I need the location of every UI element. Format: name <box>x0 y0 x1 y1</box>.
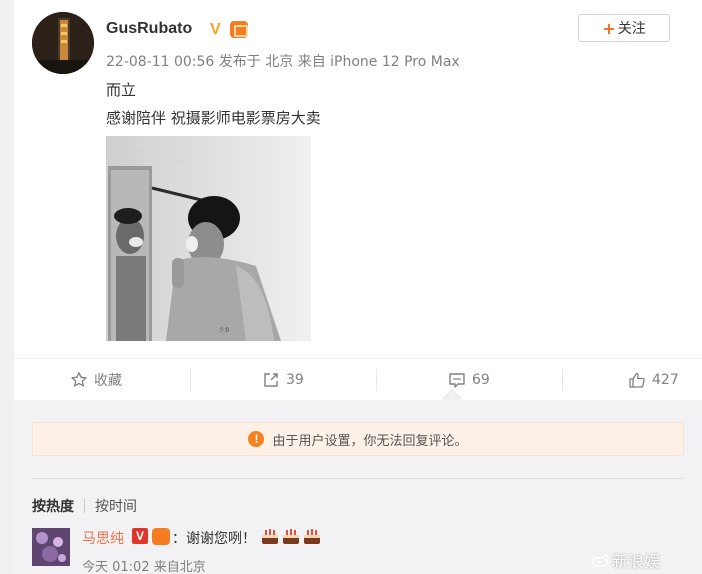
comment-count: 69 <box>472 372 490 388</box>
follow-label: 关注 <box>617 21 646 37</box>
repost-count: 39 <box>286 372 304 388</box>
comment-text: ：谢谢您咧！ <box>172 531 256 547</box>
cake-icon <box>304 529 320 544</box>
reply-disabled-notice: ! 由于用户设置，你无法回复评论。 <box>32 422 684 456</box>
follow-button[interactable]: + 关注 <box>578 14 670 42</box>
username[interactable]: GusRubato <box>106 20 192 38</box>
post-photo[interactable]: ℐ·ℬ <box>106 136 311 341</box>
repost-button[interactable]: 39 <box>262 359 304 401</box>
cake-icon <box>283 529 299 544</box>
favorite-button[interactable]: 收藏 <box>70 359 122 401</box>
vip-badge-icon: V <box>132 528 148 544</box>
post-text-line2: 感谢陪伴 祝摄影师电影票房大卖 <box>106 109 321 127</box>
tab-sort-hot[interactable]: 按热度 <box>32 496 74 516</box>
commenter-avatar[interactable] <box>32 528 70 566</box>
action-divider <box>562 369 563 391</box>
warning-icon: ! <box>248 431 265 447</box>
watermark-text: 新浪娱 <box>612 552 661 571</box>
like-icon <box>629 372 645 388</box>
comment-icon <box>449 373 465 388</box>
comment-time: 今天 01:02 来自北京 <box>82 560 206 574</box>
repost-icon <box>264 373 278 387</box>
verified-badge-icon: V <box>210 21 221 38</box>
action-divider <box>190 369 191 391</box>
comment-sort-tabs: 按热度 按时间 <box>32 496 137 516</box>
weibo-logo-icon <box>592 554 609 567</box>
commenter-name[interactable]: 马思纯 <box>82 528 124 548</box>
user-avatar[interactable] <box>32 12 94 74</box>
star-icon <box>71 372 87 387</box>
medal-icon <box>230 21 248 38</box>
notice-text: 由于用户设置，你无法回复评论。 <box>272 433 468 449</box>
action-bar: 收藏 39 69 427 <box>14 358 702 400</box>
watermark: 新浪娱 <box>592 548 660 572</box>
tab-sort-time[interactable]: 按时间 <box>95 496 137 516</box>
post-text-line1: 而立 <box>106 81 137 99</box>
medal-icon <box>152 528 170 545</box>
favorite-label: 收藏 <box>94 373 122 389</box>
plus-icon: + <box>602 18 616 38</box>
divider <box>32 478 684 479</box>
tab-separator <box>84 499 85 513</box>
post-meta: 22-08-11 00:56 发布于 北京 来自 iPhone 12 Pro M… <box>106 54 460 70</box>
weibo-post-card: GusRubato V + 关注 22-08-11 00:56 发布于 北京 来… <box>14 0 702 400</box>
like-count: 427 <box>652 372 679 388</box>
action-divider <box>376 369 377 391</box>
cake-icon <box>262 529 278 544</box>
svg-text:ℐ·ℬ: ℐ·ℬ <box>220 327 230 334</box>
cake-emojis <box>260 526 322 546</box>
like-button[interactable]: 427 <box>628 359 679 401</box>
